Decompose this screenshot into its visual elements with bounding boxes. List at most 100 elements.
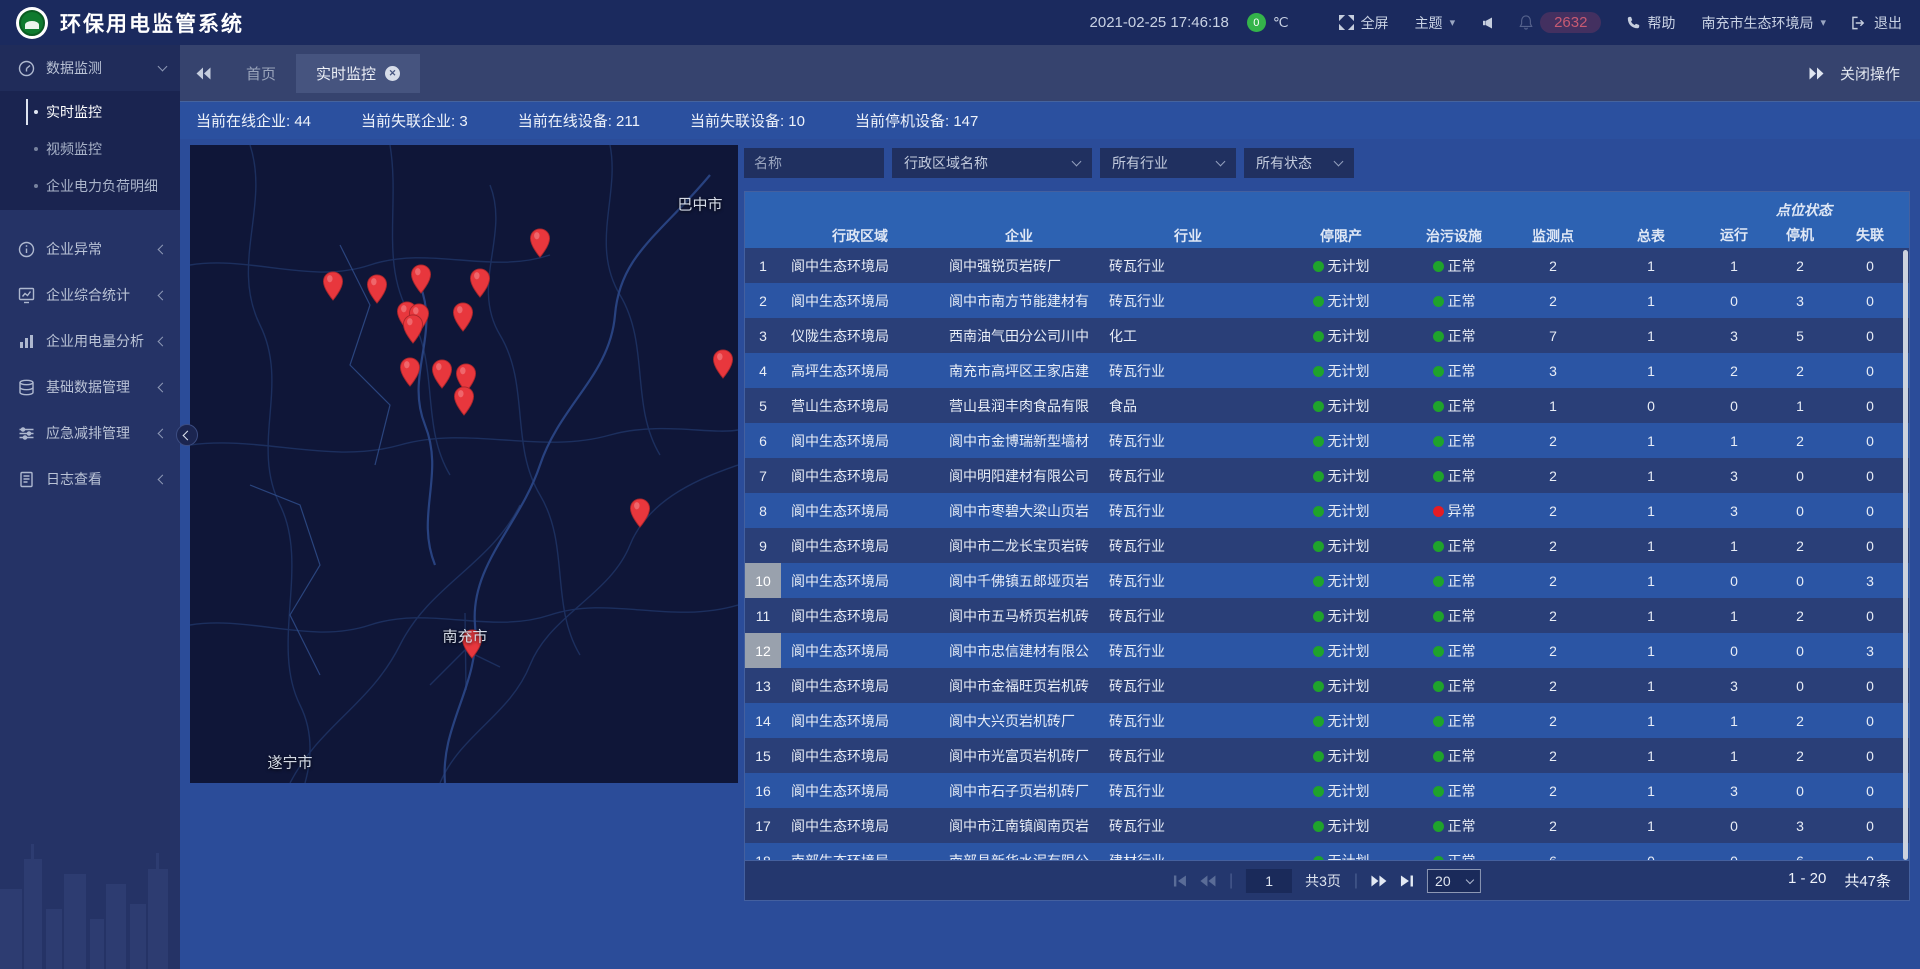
prev-page-button[interactable] — [1200, 875, 1216, 887]
theme-dropdown[interactable]: 主题▾ — [1415, 13, 1456, 33]
col-company: 企业 — [939, 192, 1099, 248]
table-row[interactable]: 9阆中生态环境局阆中市二龙长宝页岩砖砖瓦行业无计划正常21120 — [745, 528, 1909, 563]
page-number-input[interactable] — [1246, 869, 1292, 893]
status-filter-select[interactable]: 所有状态 — [1244, 148, 1354, 178]
map-collapse-button[interactable] — [176, 424, 198, 446]
row-index: 11 — [745, 598, 781, 633]
sidebar-item-6[interactable]: 日志查看 — [0, 456, 180, 502]
fullscreen-button[interactable]: 全屏 — [1339, 13, 1389, 33]
status-dot-icon — [1433, 436, 1444, 447]
table-row[interactable]: 10阆中生态环境局阆中千佛镇五郎垭页岩砖瓦行业无计划正常21003 — [745, 563, 1909, 598]
map-panel[interactable]: 巴中市南充市遂宁市 — [190, 145, 738, 783]
table-scrollbar[interactable] — [1903, 250, 1908, 860]
last-page-button[interactable] — [1400, 875, 1414, 887]
table-row[interactable]: 11阆中生态环境局阆中市五马桥页岩机砖砖瓦行业无计划正常21120 — [745, 598, 1909, 633]
page-size-select[interactable]: 20 — [1427, 869, 1481, 893]
mute-button[interactable] — [1481, 17, 1493, 29]
cell-meters: 1 — [1603, 283, 1699, 318]
table-row[interactable]: 5营山生态环境局营山县润丰肉食品有限食品无计划正常10010 — [745, 388, 1909, 423]
region-filter-select[interactable]: 行政区域名称 — [892, 148, 1092, 178]
cell-company: 阆中市五马桥页岩机砖 — [939, 598, 1099, 633]
map-pin-icon[interactable] — [629, 498, 651, 533]
table-row[interactable]: 2阆中生态环境局阆中市南方节能建材有砖瓦行业无计划正常21030 — [745, 283, 1909, 318]
table-row[interactable]: 4高坪生态环境局南充市高坪区王家店建砖瓦行业无计划正常31220 — [745, 353, 1909, 388]
sidebar-item-3[interactable]: 企业用电量分析 — [0, 318, 180, 364]
table-row[interactable]: 12阆中生态环境局阆中市忠信建材有限公砖瓦行业无计划正常21003 — [745, 633, 1909, 668]
map-pin-icon[interactable] — [431, 359, 453, 394]
map-pin-icon[interactable] — [529, 228, 551, 263]
status-dot-icon — [1313, 786, 1324, 797]
sidebar-item-2[interactable]: 企业综合统计 — [0, 272, 180, 318]
cell-lost: 0 — [1831, 423, 1909, 458]
table-row[interactable]: 6阆中生态环境局阆中市金博瑞新型墙材砖瓦行业无计划正常21120 — [745, 423, 1909, 458]
table-row[interactable]: 15阆中生态环境局阆中市光富页岩机砖厂砖瓦行业无计划正常21120 — [745, 738, 1909, 773]
chevron-down-icon — [1334, 157, 1344, 167]
status-dot-icon — [1433, 401, 1444, 412]
bullet-icon — [34, 110, 38, 114]
sidebar-item-5[interactable]: 应急减排管理 — [0, 410, 180, 456]
cell-limit-status: 无计划 — [1277, 458, 1405, 493]
table-row[interactable]: 13阆中生态环境局阆中市金福旺页岩机砖砖瓦行业无计划正常21300 — [745, 668, 1909, 703]
cell-lost: 3 — [1831, 563, 1909, 598]
table-row[interactable]: 16阆中生态环境局阆中市石子页岩机砖厂砖瓦行业无计划正常21300 — [745, 773, 1909, 808]
cell-limit-status: 无计划 — [1277, 248, 1405, 283]
map-pin-icon[interactable] — [453, 386, 475, 421]
sidebar-item-1[interactable]: 企业异常 — [0, 226, 180, 272]
tab-realtime-monitor[interactable]: 实时监控 ✕ — [296, 54, 420, 93]
table-row[interactable]: 3仪陇生态环境局西南油气田分公司川中化工无计划正常71350 — [745, 318, 1909, 353]
table-row[interactable]: 18南部生态环境局南部县新华水泥有限公建材行业无计划正常60060 — [745, 843, 1909, 860]
tab-home[interactable]: 首页 — [226, 54, 296, 93]
chevron-down-icon — [1216, 157, 1226, 167]
cell-run: 1 — [1699, 248, 1769, 283]
table-row[interactable]: 8阆中生态环境局阆中市枣碧大梁山页岩砖瓦行业无计划异常21300 — [745, 493, 1909, 528]
tabs-scroll-right-button[interactable] — [1809, 67, 1824, 80]
cell-region: 阆中生态环境局 — [781, 283, 939, 318]
map-pin-icon[interactable] — [402, 314, 424, 349]
map-pin-icon[interactable] — [366, 274, 388, 309]
map-pin-icon[interactable] — [410, 264, 432, 299]
topbar: 环保用电监管系统 2021-02-25 17:46:18 0 ℃ 全屏 主题▾ … — [0, 0, 1920, 45]
cell-limit-status: 无计划 — [1277, 633, 1405, 668]
user-dropdown[interactable]: 南充市生态环境局▾ — [1701, 13, 1826, 33]
cell-points: 1 — [1503, 388, 1603, 423]
status-dot-icon — [1313, 436, 1324, 447]
first-page-icon — [1173, 875, 1187, 887]
logout-button[interactable]: 退出 — [1852, 13, 1902, 33]
close-operations-button[interactable]: 关闭操作 — [1840, 63, 1900, 84]
map-pin-icon[interactable] — [399, 357, 421, 392]
first-page-button[interactable] — [1173, 875, 1187, 887]
database-icon — [18, 379, 35, 396]
status-dot-icon — [1313, 681, 1324, 692]
map-pin-icon[interactable] — [712, 349, 734, 384]
tabs-scroll-left-button[interactable] — [180, 67, 226, 80]
cell-limit-status: 无计划 — [1277, 423, 1405, 458]
table-row[interactable]: 17阆中生态环境局阆中市江南镇阆南页岩砖瓦行业无计划正常21030 — [745, 808, 1909, 843]
cell-lost: 0 — [1831, 738, 1909, 773]
cell-lost: 0 — [1831, 528, 1909, 563]
sidebar-subitem[interactable]: 企业电力负荷明细 — [0, 167, 180, 204]
sidebar-subitem[interactable]: 视频监控 — [0, 130, 180, 167]
table-row[interactable]: 7阆中生态环境局阆中明阳建材有限公司砖瓦行业无计划正常21300 — [745, 458, 1909, 493]
map-pin-icon[interactable] — [322, 271, 344, 306]
notifications[interactable]: 2632 — [1519, 12, 1601, 33]
sidebar-item-0[interactable]: 数据监测 — [0, 45, 180, 91]
next-page-button[interactable] — [1371, 875, 1387, 887]
name-filter-input[interactable] — [744, 148, 884, 178]
industry-filter-select[interactable]: 所有行业 — [1100, 148, 1236, 178]
status-dot-icon — [1313, 821, 1324, 832]
map-pin-icon[interactable] — [452, 302, 474, 337]
col-meters: 总表 — [1603, 192, 1699, 248]
sidebar-item-4[interactable]: 基础数据管理 — [0, 364, 180, 410]
sidebar-subitem[interactable]: 实时监控 — [0, 93, 180, 130]
cell-run: 0 — [1699, 283, 1769, 318]
table-row[interactable]: 14阆中生态环境局阆中大兴页岩机砖厂砖瓦行业无计划正常21120 — [745, 703, 1909, 738]
cell-stop: 2 — [1769, 353, 1831, 388]
cell-meters: 1 — [1603, 528, 1699, 563]
table-row[interactable]: 1阆中生态环境局阆中强锐页岩砖厂砖瓦行业无计划正常21120 — [745, 248, 1909, 283]
chevron-left-icon — [182, 430, 192, 440]
tab-close-icon[interactable]: ✕ — [385, 66, 400, 81]
map-pin-icon[interactable] — [469, 268, 491, 303]
help-button[interactable]: 帮助 — [1627, 13, 1675, 33]
status-dot-icon — [1433, 751, 1444, 762]
cell-points: 6 — [1503, 843, 1603, 860]
